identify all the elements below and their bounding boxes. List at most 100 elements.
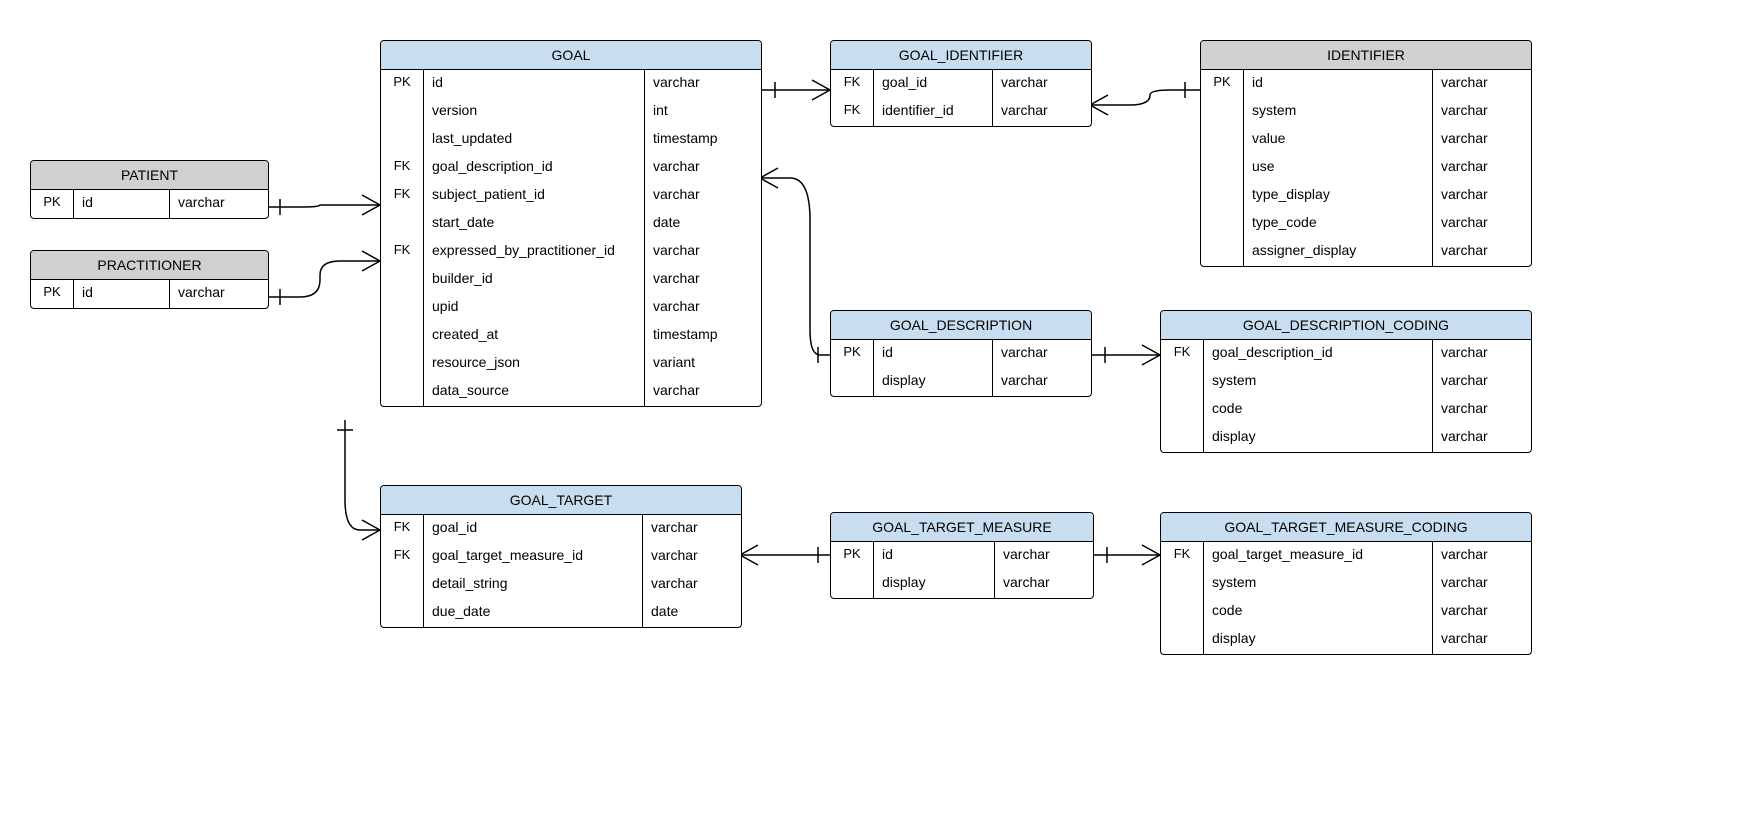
table-row: created_attimestamp	[381, 322, 761, 350]
col-type: varchar	[1433, 154, 1531, 182]
table-row: data_sourcevarchar	[381, 378, 761, 406]
col-key	[1161, 368, 1204, 396]
entity-goal-description-coding: GOAL_DESCRIPTION_CODING FKgoal_descripti…	[1160, 310, 1532, 453]
col-type: timestamp	[645, 322, 761, 350]
table-row: valuevarchar	[1201, 126, 1531, 154]
table-row: systemvarchar	[1161, 368, 1531, 396]
col-name: display	[874, 368, 993, 396]
table-row: FKsubject_patient_idvarchar	[381, 182, 761, 210]
col-type: varchar	[645, 182, 761, 210]
table-row: type_codevarchar	[1201, 210, 1531, 238]
col-name: goal_description_id	[1204, 340, 1433, 368]
table-row: detail_stringvarchar	[381, 571, 741, 599]
col-name: display	[1204, 424, 1433, 452]
col-type: varchar	[995, 570, 1093, 598]
table-row: systemvarchar	[1201, 98, 1531, 126]
col-key	[1161, 598, 1204, 626]
col-type: date	[643, 599, 741, 627]
entity-goal-target-measure-coding: GOAL_TARGET_MEASURE_CODING FKgoal_target…	[1160, 512, 1532, 655]
col-name: id	[74, 280, 170, 308]
table-row: FKgoal_target_measure_idvarchar	[381, 543, 741, 571]
entity-header: GOAL_DESCRIPTION	[831, 311, 1091, 340]
col-key	[381, 210, 424, 238]
table-row: last_updatedtimestamp	[381, 126, 761, 154]
table-row: usevarchar	[1201, 154, 1531, 182]
col-name: id	[1244, 70, 1433, 98]
col-key	[1161, 570, 1204, 598]
col-key: FK	[381, 182, 424, 210]
table-row: PK id varchar	[31, 280, 268, 308]
col-type: variant	[645, 350, 761, 378]
table-row: FKgoal_idvarchar	[381, 515, 741, 543]
entity-header: GOAL_DESCRIPTION_CODING	[1161, 311, 1531, 340]
col-type: varchar	[1433, 238, 1531, 266]
table-row: FKidentifier_idvarchar	[831, 98, 1091, 126]
col-name: display	[874, 570, 995, 598]
col-name: expressed_by_practitioner_id	[424, 238, 645, 266]
col-type: varchar	[645, 378, 761, 406]
entity-header: GOAL_IDENTIFIER	[831, 41, 1091, 70]
col-name: id	[874, 542, 995, 570]
col-key	[1201, 126, 1244, 154]
col-name: use	[1244, 154, 1433, 182]
col-name: goal_target_measure_id	[1204, 542, 1433, 570]
col-name: detail_string	[424, 571, 643, 599]
table-row: codevarchar	[1161, 598, 1531, 626]
col-type: varchar	[993, 70, 1091, 98]
table-row: displayvarchar	[831, 570, 1093, 598]
col-key	[1161, 396, 1204, 424]
col-name: upid	[424, 294, 645, 322]
col-name: goal_id	[424, 515, 643, 543]
col-type: varchar	[645, 70, 761, 98]
col-key: PK	[831, 340, 874, 368]
entity-goal-target: GOAL_TARGET FKgoal_idvarcharFKgoal_targe…	[380, 485, 742, 628]
col-name: id	[424, 70, 645, 98]
col-name: created_at	[424, 322, 645, 350]
entity-header: GOAL_TARGET_MEASURE_CODING	[1161, 513, 1531, 542]
col-key: FK	[381, 238, 424, 266]
col-type: varchar	[995, 542, 1093, 570]
col-name: subject_patient_id	[424, 182, 645, 210]
col-key	[1201, 210, 1244, 238]
col-name: identifier_id	[874, 98, 993, 126]
col-type: varchar	[1433, 368, 1531, 396]
col-key	[381, 322, 424, 350]
entity-header: PATIENT	[31, 161, 268, 190]
entity-goal-description: GOAL_DESCRIPTION PKidvarchardisplayvarch…	[830, 310, 1092, 397]
entity-goal: GOAL PKidvarcharversionintlast_updatedti…	[380, 40, 762, 407]
col-type: varchar	[645, 238, 761, 266]
table-row: builder_idvarchar	[381, 266, 761, 294]
table-row: FKgoal_target_measure_idvarchar	[1161, 542, 1531, 570]
col-type: varchar	[643, 515, 741, 543]
col-key: FK	[381, 154, 424, 182]
col-key: PK	[381, 70, 424, 98]
entity-goal-target-measure: GOAL_TARGET_MEASURE PKidvarchardisplayva…	[830, 512, 1094, 599]
col-key: FK	[381, 543, 424, 571]
col-name: value	[1244, 126, 1433, 154]
col-name: builder_id	[424, 266, 645, 294]
col-type: varchar	[1433, 598, 1531, 626]
col-type: varchar	[993, 340, 1091, 368]
col-name: system	[1244, 98, 1433, 126]
col-type: varchar	[1433, 626, 1531, 654]
col-type: varchar	[170, 190, 268, 218]
col-key: PK	[31, 280, 74, 308]
col-type: varchar	[1433, 340, 1531, 368]
col-type: varchar	[1433, 542, 1531, 570]
col-key	[381, 599, 424, 627]
entity-goal-identifier: GOAL_IDENTIFIER FKgoal_idvarcharFKidenti…	[830, 40, 1092, 127]
table-row: PKidvarchar	[381, 70, 761, 98]
table-row: resource_jsonvariant	[381, 350, 761, 378]
entity-practitioner: PRACTITIONER PK id varchar	[30, 250, 269, 309]
table-row: FKexpressed_by_practitioner_idvarchar	[381, 238, 761, 266]
col-key	[1161, 424, 1204, 452]
table-row: displayvarchar	[1161, 626, 1531, 654]
col-name: start_date	[424, 210, 645, 238]
col-name: type_code	[1244, 210, 1433, 238]
col-name: goal_target_measure_id	[424, 543, 643, 571]
col-type: varchar	[170, 280, 268, 308]
col-key: FK	[381, 515, 424, 543]
col-name: last_updated	[424, 126, 645, 154]
col-key	[1201, 238, 1244, 266]
entity-header: GOAL_TARGET_MEASURE	[831, 513, 1093, 542]
